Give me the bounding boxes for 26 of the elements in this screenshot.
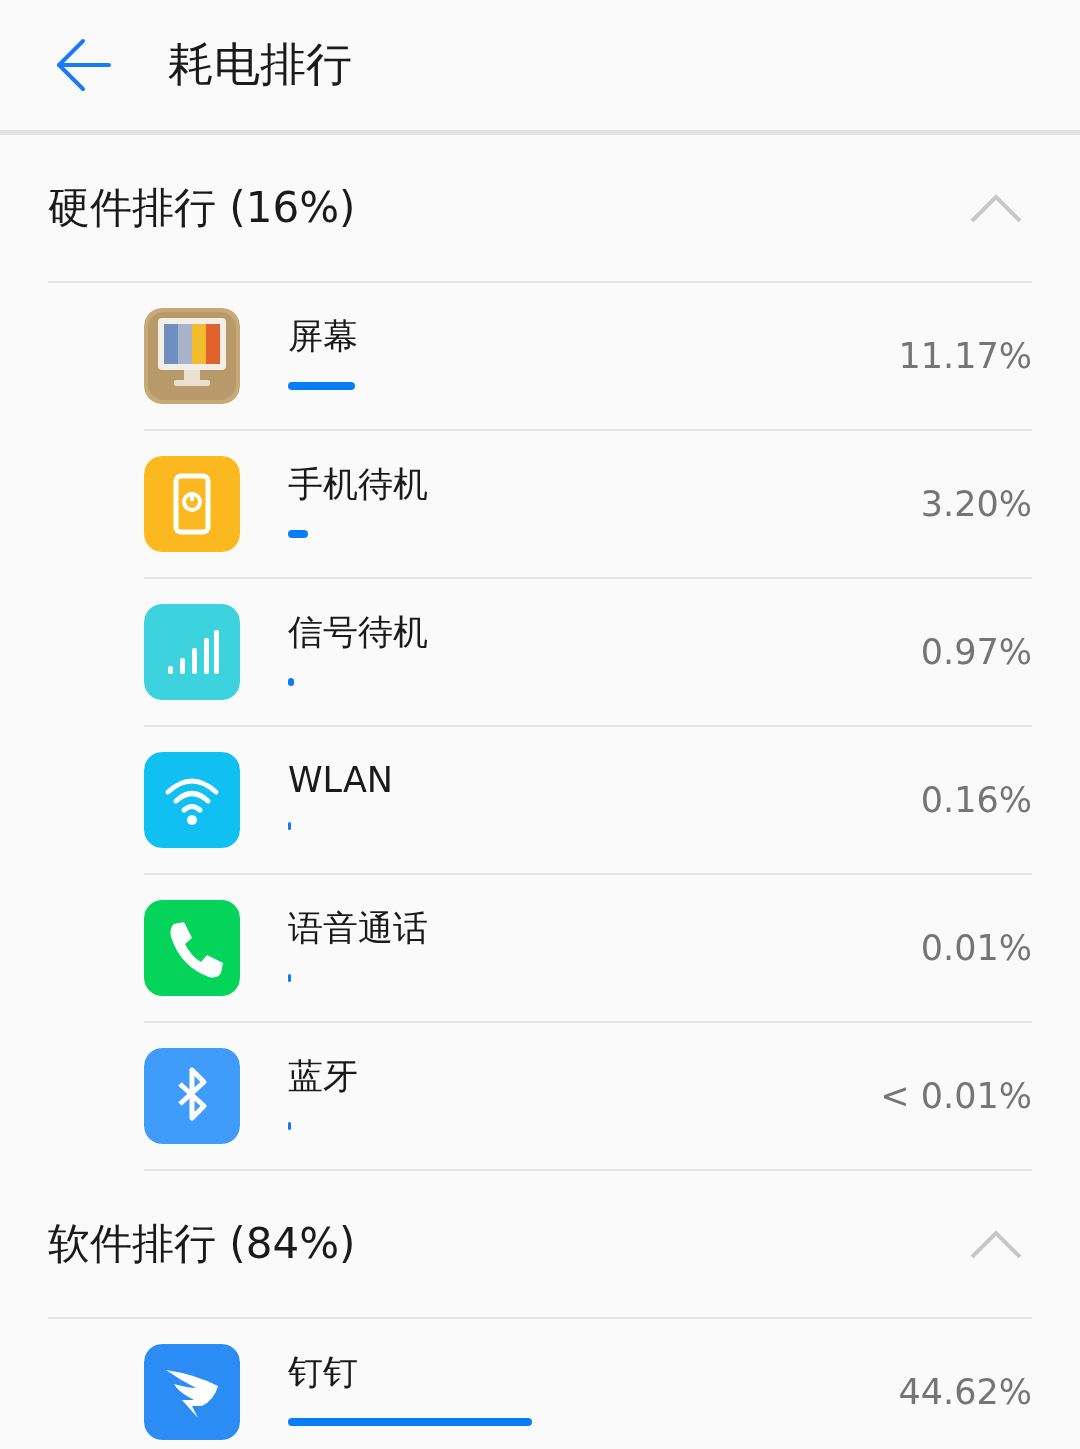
- item-name: 信号待机: [288, 610, 428, 654]
- item-name: 屏幕: [288, 314, 358, 358]
- usage-percent: < 0.01%: [880, 1076, 1032, 1116]
- section-title: 硬件排行 (16%): [48, 182, 356, 234]
- usage-percent: 0.16%: [920, 780, 1032, 820]
- usage-bar: [288, 677, 294, 686]
- usage-bar: [288, 822, 291, 830]
- usage-percent: 0.97%: [920, 632, 1032, 672]
- usage-bar: [288, 381, 355, 390]
- usage-percent: 3.20%: [920, 484, 1032, 524]
- item-name: 语音通话: [288, 906, 428, 950]
- usage-percent: 44.62%: [898, 1372, 1032, 1412]
- item-name: 钉钉: [288, 1350, 358, 1394]
- item-name: 手机待机: [288, 462, 428, 506]
- section-title: 软件排行 (84%): [48, 1218, 356, 1270]
- item-name: WLAN: [288, 760, 394, 800]
- back-icon[interactable]: [55, 37, 111, 93]
- usage-percent: 11.17%: [898, 336, 1032, 376]
- chevron-icon[interactable]: [970, 193, 1022, 223]
- page-title: 耗电排行: [168, 36, 352, 93]
- usage-bar: [288, 973, 291, 982]
- usage-bar: [288, 529, 308, 538]
- usage-percent: 0.01%: [920, 928, 1032, 968]
- usage-bar: [288, 1121, 291, 1130]
- item-name: 蓝牙: [288, 1054, 358, 1098]
- chevron-icon[interactable]: [970, 1229, 1022, 1259]
